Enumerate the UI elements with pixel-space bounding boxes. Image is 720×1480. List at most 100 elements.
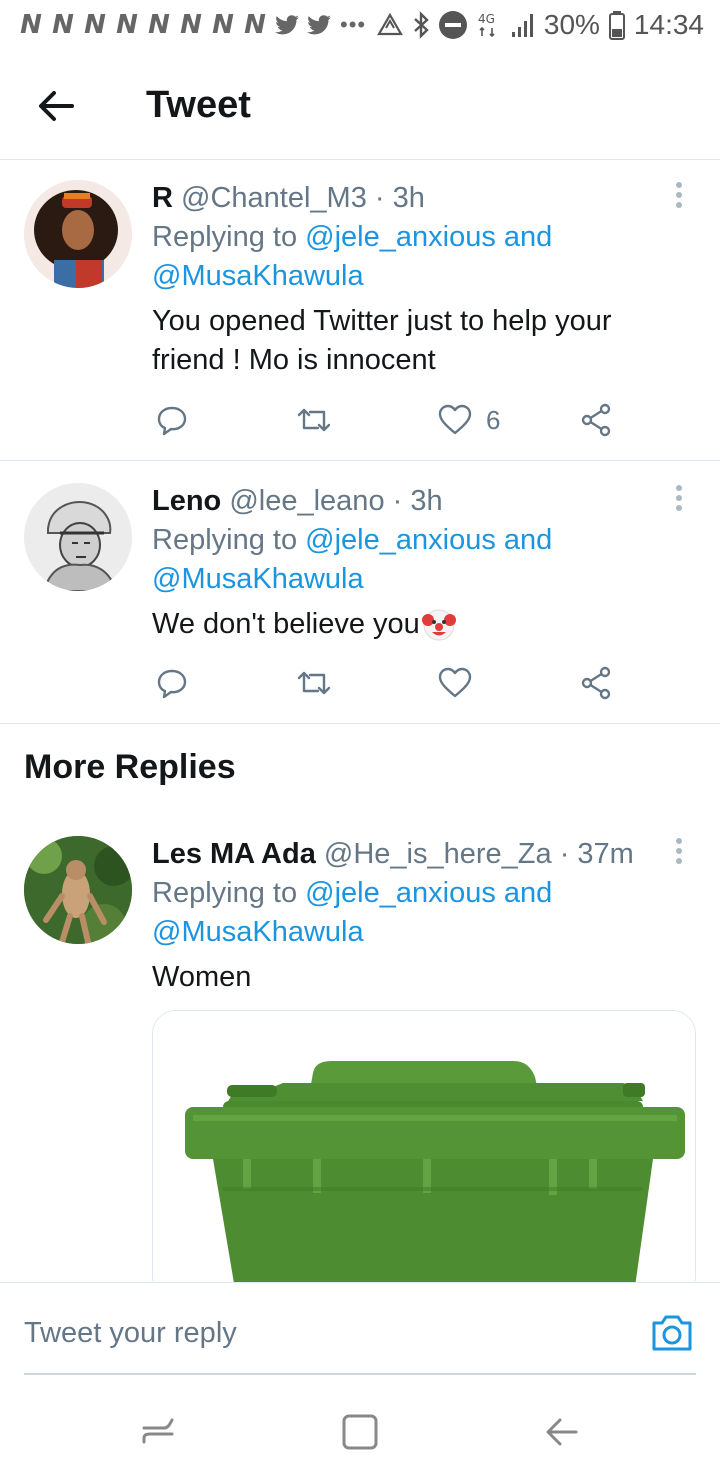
more-vertical-icon[interactable] [672, 836, 686, 866]
tweet-media-image[interactable] [152, 1010, 696, 1300]
mention-link[interactable]: @MusaKhawula [152, 563, 364, 595]
display-name[interactable]: Leno [152, 485, 221, 517]
tweet-time: · 3h [374, 182, 425, 214]
avatar[interactable] [24, 483, 132, 591]
do-not-disturb-icon [438, 11, 467, 39]
heart-icon [438, 667, 472, 698]
recent-apps-icon[interactable] [138, 1412, 178, 1452]
reply-composer: Tweet your reply [0, 1282, 720, 1382]
tweet-content: Leno @lee_leano · 3h Replying to @jele_a… [152, 483, 672, 644]
battery-icon [608, 11, 625, 40]
divider [0, 723, 720, 724]
like-button[interactable] [438, 663, 472, 703]
tweet-meta: R @Chantel_M3 · 3h [152, 180, 672, 216]
share-button[interactable] [580, 400, 612, 440]
nav-back-icon[interactable] [542, 1412, 582, 1452]
n-notification-icon: N [52, 10, 74, 40]
heart-icon [438, 404, 472, 435]
retweet-button[interactable] [296, 400, 332, 440]
tweet-content: Les MA Ada @He_is_here_Za · 37m Replying… [152, 836, 652, 997]
reply-button[interactable] [156, 400, 188, 440]
tweet-meta: Les MA Ada @He_is_here_Za · 37m [152, 836, 652, 872]
retweet-icon [297, 408, 331, 432]
page-title: Tweet [146, 84, 251, 126]
reply-tweet[interactable]: R @Chantel_M3 · 3h Replying to @jele_anx… [0, 160, 720, 460]
mention-link[interactable]: @jele_anxious and [305, 877, 552, 909]
notification-icons: N N N N N N N N ••• [16, 10, 366, 40]
display-name[interactable]: R [152, 182, 173, 214]
more-vertical-icon[interactable] [672, 180, 686, 210]
tweet-actions [152, 663, 622, 703]
app-header: Tweet [0, 50, 720, 160]
bluetooth-icon [414, 11, 429, 39]
tweet-text-row: We don't believe you [152, 605, 672, 644]
tweet-text: Women [152, 961, 252, 993]
share-button[interactable] [580, 663, 612, 703]
user-handle[interactable]: @He_is_here_Za [324, 838, 552, 870]
avatar-image [24, 180, 132, 288]
twitter-bird-icon [307, 15, 331, 35]
mention-link[interactable]: @MusaKhawula [152, 260, 364, 292]
mention-link[interactable]: @jele_anxious and [305, 524, 552, 556]
green-bin-image [153, 1011, 695, 1299]
user-handle[interactable]: @Chantel_M3 [181, 182, 367, 214]
reply-button[interactable] [156, 663, 188, 703]
tweet-time: · 37m [559, 838, 634, 870]
n-notification-icon: N [180, 10, 202, 40]
reply-icon [157, 406, 187, 436]
battery-percent: 30% [543, 9, 600, 40]
clock: 14:34 [633, 9, 704, 40]
back-arrow-icon[interactable] [32, 82, 80, 130]
home-icon[interactable] [340, 1412, 380, 1452]
retweet-icon [297, 671, 331, 695]
tweet-content: R @Chantel_M3 · 3h Replying to @jele_anx… [152, 180, 672, 380]
reply-placeholder: Tweet your reply [24, 1317, 237, 1349]
avatar[interactable] [24, 836, 132, 944]
n-notification-icon: N [116, 10, 138, 40]
n-notification-icon: N [20, 10, 42, 40]
like-button[interactable]: 6 [438, 400, 500, 440]
reply-tweet[interactable]: Leno @lee_leano · 3h Replying to @jele_a… [0, 461, 720, 723]
replying-to: Replying to @jele_anxious and @MusaKhawu… [152, 874, 652, 952]
user-handle[interactable]: @lee_leano [229, 485, 384, 517]
avatar-image [24, 483, 132, 591]
replying-prefix: Replying to [152, 221, 298, 253]
n-notification-icon: N [244, 10, 266, 40]
system-icons: 4G 30% 14:34 [376, 9, 704, 41]
share-icon [581, 666, 611, 700]
twitter-bird-icon [275, 15, 299, 35]
avatar[interactable] [24, 180, 132, 288]
more-replies-heading: More Replies [24, 748, 236, 786]
clown-emoji-icon [421, 609, 456, 640]
tweet-text: We don't believe you [152, 608, 420, 640]
replying-prefix: Replying to [152, 877, 298, 909]
retweet-button[interactable] [296, 663, 332, 703]
recycle-icon [376, 12, 403, 36]
more-notifications-icon: ••• [340, 12, 367, 37]
camera-icon[interactable] [650, 1313, 694, 1353]
tweet-time: · 3h [392, 485, 443, 517]
replying-prefix: Replying to [152, 524, 298, 556]
n-notification-icon: N [212, 10, 234, 40]
tweet-actions: 6 [152, 400, 622, 440]
mention-link[interactable]: @MusaKhawula [152, 916, 364, 948]
network-label: 4G [478, 12, 495, 26]
avatar-image [24, 836, 132, 944]
tweet-meta: Leno @lee_leano · 3h [152, 483, 672, 519]
display-name[interactable]: Les MA Ada [152, 838, 316, 870]
like-count: 6 [486, 404, 501, 435]
signal-icon [511, 14, 533, 37]
share-icon [581, 403, 611, 437]
reply-icon [157, 669, 187, 699]
n-notification-icon: N [148, 10, 170, 40]
network-4g-icon: 4G [478, 12, 495, 38]
tweet-text: You opened Twitter just to help your fri… [152, 305, 612, 376]
replying-to: Replying to @jele_anxious and @MusaKhawu… [152, 521, 672, 599]
n-notification-icon: N [84, 10, 106, 40]
more-vertical-icon[interactable] [672, 483, 686, 513]
mention-link[interactable]: @jele_anxious and [305, 221, 552, 253]
status-bar: N N N N N N N N ••• 4G 30% 14:34 [0, 0, 720, 50]
system-nav-bar [0, 1384, 720, 1480]
reply-input[interactable]: Tweet your reply [24, 1283, 696, 1375]
replying-to: Replying to @jele_anxious and @MusaKhawu… [152, 218, 672, 296]
